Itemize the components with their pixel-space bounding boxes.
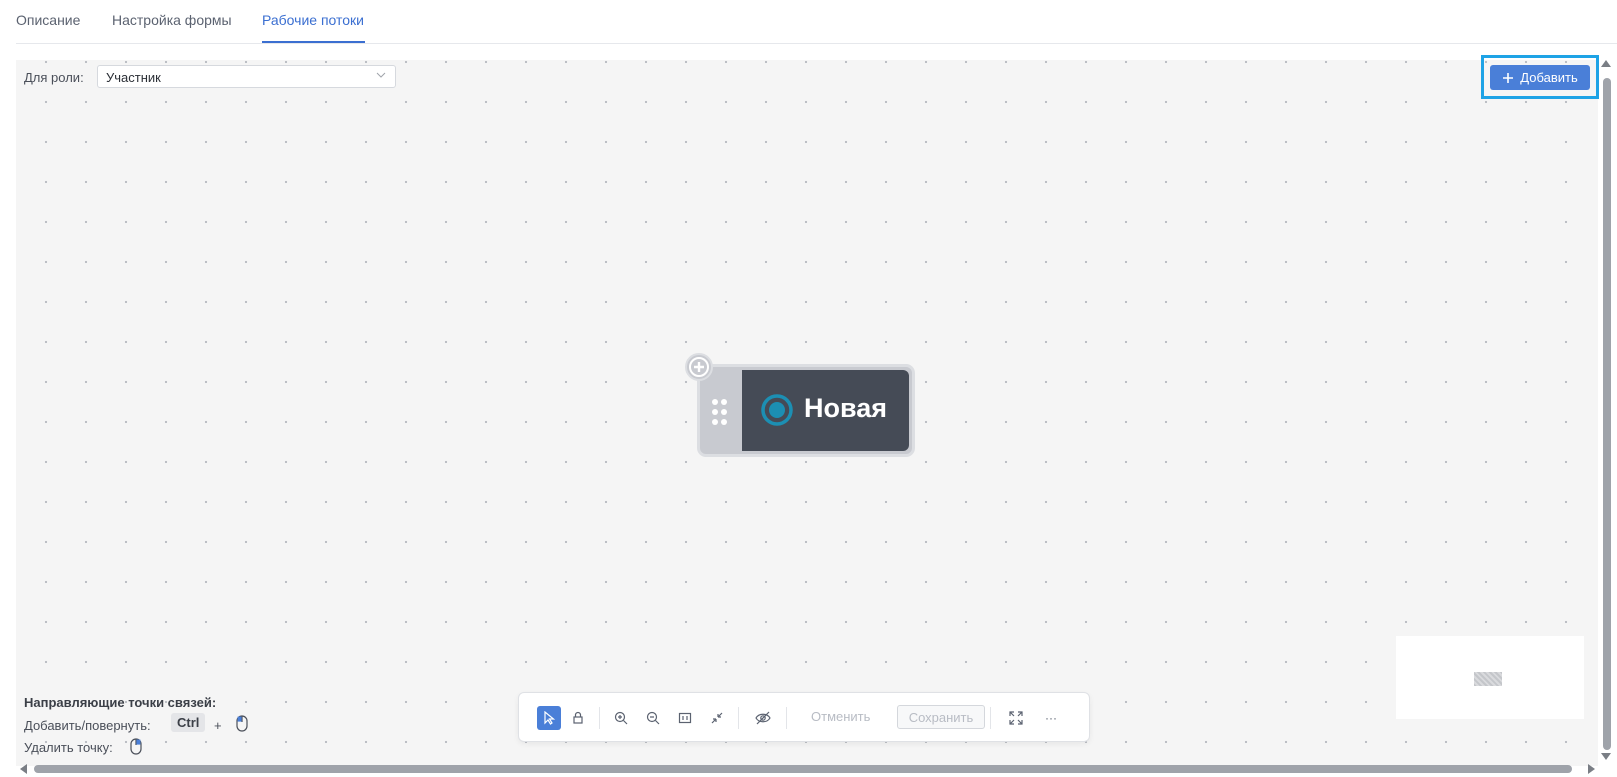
actual-size-icon xyxy=(678,712,692,724)
toolbar-separator xyxy=(990,707,991,729)
role-select[interactable]: Участник xyxy=(97,65,396,88)
eye-off-icon xyxy=(755,711,771,725)
mouse-icon xyxy=(236,715,248,732)
minimap-node xyxy=(1474,672,1502,686)
canvas-toolbar: Отменить Сохранить ··· xyxy=(518,692,1090,742)
more-icon: ··· xyxy=(1045,711,1057,725)
ctrl-key-badge: Ctrl xyxy=(171,713,206,732)
lock-button[interactable] xyxy=(566,706,590,730)
toolbar-separator xyxy=(738,707,739,729)
scroll-up-arrow[interactable] xyxy=(1601,60,1611,67)
pointer-tool-button[interactable] xyxy=(537,706,561,730)
tab-description[interactable]: Описание xyxy=(16,12,80,28)
toolbar-separator xyxy=(599,707,600,729)
workflow-node-label: Новая xyxy=(804,393,888,423)
hints-title: Направляющие точки связей: xyxy=(24,695,217,710)
role-filter-label: Для роли: xyxy=(24,70,84,85)
add-button[interactable]: Добавить xyxy=(1490,65,1590,90)
scroll-down-arrow[interactable] xyxy=(1601,753,1611,760)
toolbar-separator xyxy=(786,707,787,729)
workflow-node-body[interactable]: Новая xyxy=(742,370,909,451)
scroll-right-arrow[interactable] xyxy=(1588,764,1595,774)
plus-circle-icon[interactable] xyxy=(684,352,714,382)
role-select-value: Участник xyxy=(106,70,161,85)
undo-button[interactable]: Отменить xyxy=(811,709,870,724)
hint-plus: + xyxy=(214,718,222,733)
lock-icon xyxy=(573,711,583,724)
toggle-visibility-button[interactable] xyxy=(751,706,775,730)
vertical-scrollbar[interactable] xyxy=(1603,78,1611,750)
save-button[interactable]: Сохранить xyxy=(897,705,985,729)
minimap[interactable] xyxy=(1396,636,1584,719)
chevron-down-icon xyxy=(376,72,386,78)
actual-size-button[interactable] xyxy=(673,706,697,730)
hint-add-rotate: Добавить/повернуть: xyxy=(24,718,151,733)
zoom-in-button[interactable] xyxy=(609,706,633,730)
fit-view-button[interactable] xyxy=(705,706,729,730)
workflow-node[interactable]: Новая xyxy=(697,364,915,457)
mouse-icon xyxy=(130,738,142,755)
tab-form-settings[interactable]: Настройка формы xyxy=(112,12,232,28)
zoom-out-button[interactable] xyxy=(641,706,665,730)
tab-bar: Описание Настройка формы Рабочие потоки xyxy=(0,0,1617,44)
hint-delete-point: Удалить точку: xyxy=(24,740,113,755)
add-button-label: Добавить xyxy=(1520,70,1578,85)
tab-workflows[interactable]: Рабочие потоки xyxy=(262,12,364,28)
fit-icon xyxy=(711,712,723,724)
zoom-in-icon xyxy=(614,711,628,725)
fullscreen-icon xyxy=(1009,711,1023,725)
scroll-left-arrow[interactable] xyxy=(20,764,27,774)
more-button[interactable]: ··· xyxy=(1039,706,1063,730)
radio-dot-icon xyxy=(761,394,793,426)
grip-dots-icon[interactable] xyxy=(710,397,730,427)
zoom-out-icon xyxy=(646,711,660,725)
pointer-icon xyxy=(544,711,556,725)
plus-icon xyxy=(1503,72,1514,83)
horizontal-scrollbar[interactable] xyxy=(34,765,1572,773)
tabs-divider xyxy=(16,43,1617,44)
fullscreen-button[interactable] xyxy=(1004,706,1028,730)
